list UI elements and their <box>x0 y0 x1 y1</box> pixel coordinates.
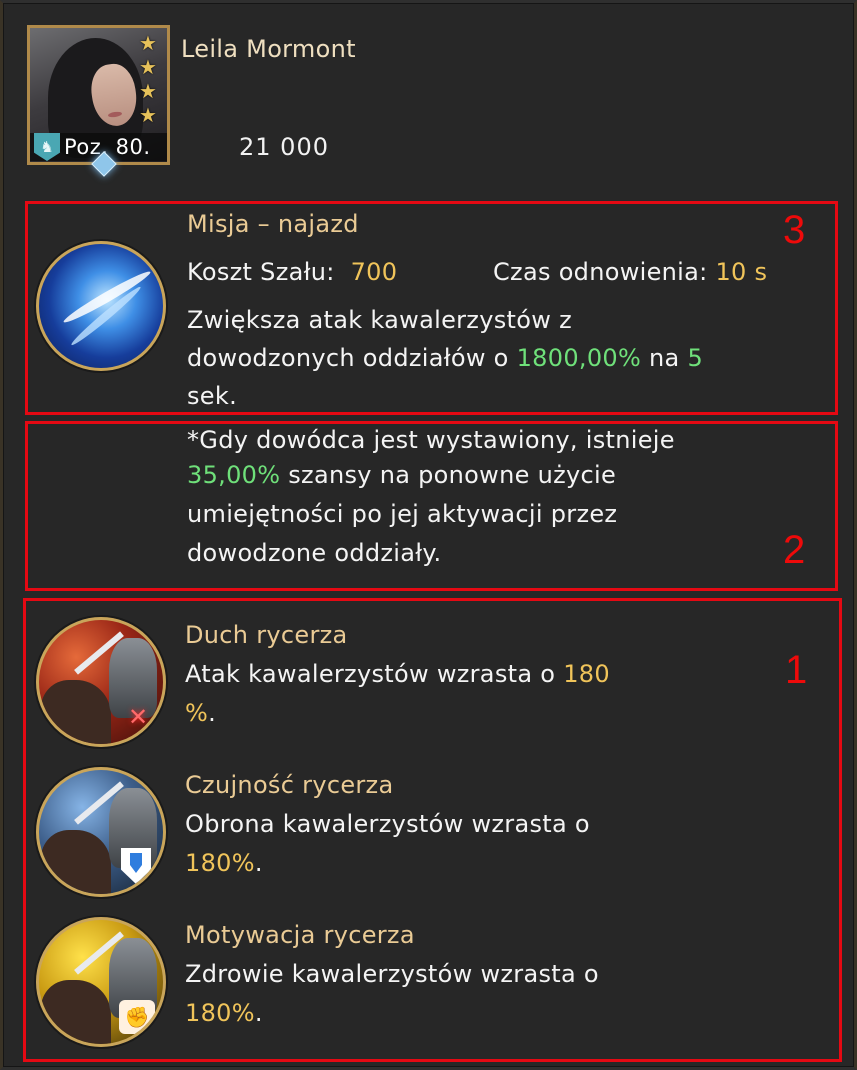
cooldown-label: Czas odnowienia: <box>493 258 708 286</box>
passive-desc-line: %. <box>185 699 216 727</box>
passive-desc-line: Obrona kawalerzystów wzrasta o <box>185 810 590 838</box>
passive-text: . <box>254 999 263 1027</box>
hero-stars: ★ ★ ★ ★ <box>139 33 161 125</box>
desc-percent: 1800,00% <box>516 344 642 372</box>
cost-label: Koszt Szału: <box>187 258 335 286</box>
cooldown-value: 10 s <box>715 258 768 286</box>
skill-desc-line: dowodzonych oddziałów o 1800,00% na 5 <box>187 344 703 372</box>
skill-cost: Koszt Szału: 700 <box>187 258 397 286</box>
passive-title: Motywacja rycerza <box>185 921 415 949</box>
passive-title: Duch rycerza <box>185 621 348 649</box>
annotation-label-3: 3 <box>783 208 806 252</box>
cavalry-slash-skill-icon[interactable] <box>36 241 166 371</box>
star-icon: ★ <box>139 103 157 127</box>
bonus-text: szansy na ponowne użycie <box>280 461 617 489</box>
horse-shape <box>41 830 111 894</box>
passive-value: 180% <box>185 849 255 877</box>
passive-text: Atak kawalerzystów wzrasta o <box>185 660 564 688</box>
cost-value: 700 <box>350 258 398 286</box>
shield-icon[interactable] <box>36 767 166 897</box>
passive-title: Czujność rycerza <box>185 771 394 799</box>
horse-shape <box>41 680 111 744</box>
skill-cooldown: Czas odnowienia: 10 s <box>493 258 767 286</box>
bonus-line: umiejętności po jej aktywacji przez <box>187 500 618 528</box>
star-icon: ★ <box>139 55 157 79</box>
desc-text: dowodzonych oddziałów o <box>187 344 517 372</box>
bonus-line: *Gdy dowódca jest wystawiony, istnieje <box>187 426 675 454</box>
fist-badge-icon: ✊ <box>119 1000 155 1034</box>
passive-desc-line: 180%. <box>185 849 263 877</box>
annotation-label-1: 1 <box>785 648 808 692</box>
hero-power: 21 000 <box>239 133 329 161</box>
red-swords-icon[interactable]: ✕ <box>36 617 166 747</box>
star-icon: ★ <box>139 79 157 103</box>
hero-name: Leila Mormont <box>181 35 356 63</box>
passive-value: % <box>185 699 209 727</box>
passive-text: . <box>208 699 217 727</box>
horse-shape <box>41 980 111 1044</box>
passive-desc-line: Atak kawalerzystów wzrasta o 180 <box>185 660 610 688</box>
passive-value: 180 <box>563 660 610 688</box>
skill-desc-line: Zwiększa atak kawalerzystów z <box>187 306 572 334</box>
passive-text: . <box>254 849 263 877</box>
annotation-label-2: 2 <box>783 528 806 572</box>
skill-title: Misja – najazd <box>187 210 359 238</box>
star-icon: ★ <box>139 31 157 55</box>
passive-desc-line: 180%. <box>185 999 263 1027</box>
crossed-swords-icon: ✕ <box>127 703 149 731</box>
desc-seconds: 5 <box>687 344 704 372</box>
passive-value: 180% <box>185 999 255 1027</box>
hero-skill-panel: ★ ★ ★ ★ ♞ Poz. 80. Leila Mormont 21 000 … <box>0 0 857 1070</box>
bonus-percent: 35,00% <box>187 461 281 489</box>
desc-text: na <box>641 344 688 372</box>
fist-icon[interactable]: ✊ <box>36 917 166 1047</box>
passive-desc-line: Zdrowie kawalerzystów wzrasta o <box>185 960 599 988</box>
cavalry-badge-icon: ♞ <box>34 133 60 161</box>
bonus-line: 35,00% szansy na ponowne użycie <box>187 461 616 489</box>
bonus-line: dowodzone oddziały. <box>187 539 442 567</box>
skill-desc-line: sek. <box>187 382 237 410</box>
